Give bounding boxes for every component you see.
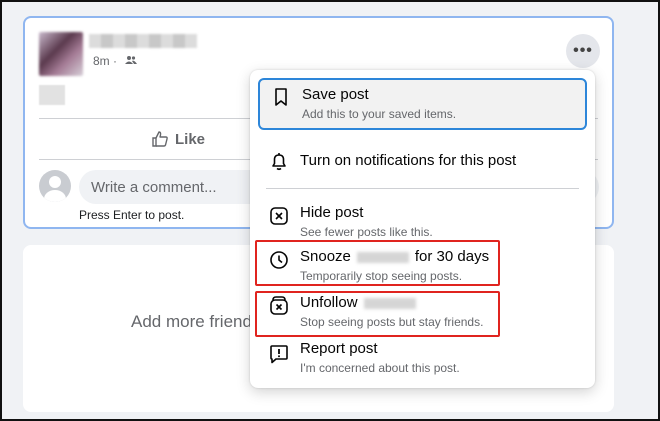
- menu-item-subtitle: I'm concerned about this post.: [300, 361, 460, 375]
- report-icon: [270, 345, 288, 364]
- menu-item-title: Turn on notifications for this post: [300, 152, 517, 169]
- menu-item-unfollow[interactable]: Unfollow Stop seeing posts but stay frie…: [258, 292, 587, 332]
- more-options-button[interactable]: •••: [566, 34, 600, 68]
- snooze-label: Snooze: [300, 248, 351, 265]
- user-avatar: [39, 170, 71, 202]
- author-name[interactable]: [89, 34, 197, 48]
- screenshot-frame: 8m · ••• Like Write a comment... Press E…: [0, 0, 660, 421]
- menu-item-subtitle: See fewer posts like this.: [300, 225, 433, 239]
- menu-item-subtitle: Temporarily stop seeing posts.: [300, 269, 463, 283]
- add-friends-text: Add more friend: [131, 312, 252, 331]
- menu-item-report-post[interactable]: Report post I'm concerned about this pos…: [258, 340, 587, 380]
- snooze-duration: for 30 days: [414, 248, 490, 265]
- menu-item-title: Save post: [302, 86, 369, 103]
- unfollow-icon: [270, 296, 288, 315]
- menu-item-title: Report post: [300, 340, 378, 357]
- friends-icon: [125, 56, 137, 64]
- like-button[interactable]: Like: [151, 130, 205, 148]
- author-avatar[interactable]: [39, 32, 83, 76]
- menu-item-title: Unfollow: [300, 294, 483, 311]
- bell-icon: [272, 153, 286, 171]
- clock-icon: [270, 251, 288, 269]
- menu-item-subtitle: Stop seeing posts but stay friends.: [300, 315, 484, 329]
- redacted-name: [363, 297, 416, 309]
- menu-item-subtitle: Add this to your saved items.: [302, 107, 457, 121]
- comment-hint: Press Enter to post.: [79, 208, 185, 222]
- post-options-menu: Save post Add this to your saved items. …: [250, 70, 595, 388]
- menu-item-title: Hide post: [300, 204, 364, 221]
- menu-item-snooze[interactable]: Snooze for 30 days Temporarily stop seein…: [258, 246, 587, 286]
- menu-item-save-post[interactable]: Save post Add this to your saved items.: [258, 78, 587, 130]
- close-square-icon: [270, 207, 288, 225]
- thumbs-up-icon: [152, 131, 168, 147]
- post-content: [39, 85, 65, 105]
- menu-divider: [266, 188, 579, 189]
- bookmark-icon: [275, 88, 287, 106]
- menu-item-notifications[interactable]: Turn on notifications for this post: [258, 150, 587, 176]
- menu-item-hide-post[interactable]: Hide post See fewer posts like this.: [258, 202, 587, 242]
- like-label: Like: [175, 130, 206, 148]
- post-time[interactable]: 8m ·: [93, 54, 117, 68]
- unfollow-label: Unfollow: [300, 294, 358, 311]
- menu-item-title: Snooze for 30 days: [300, 248, 489, 265]
- redacted-name: [356, 251, 409, 263]
